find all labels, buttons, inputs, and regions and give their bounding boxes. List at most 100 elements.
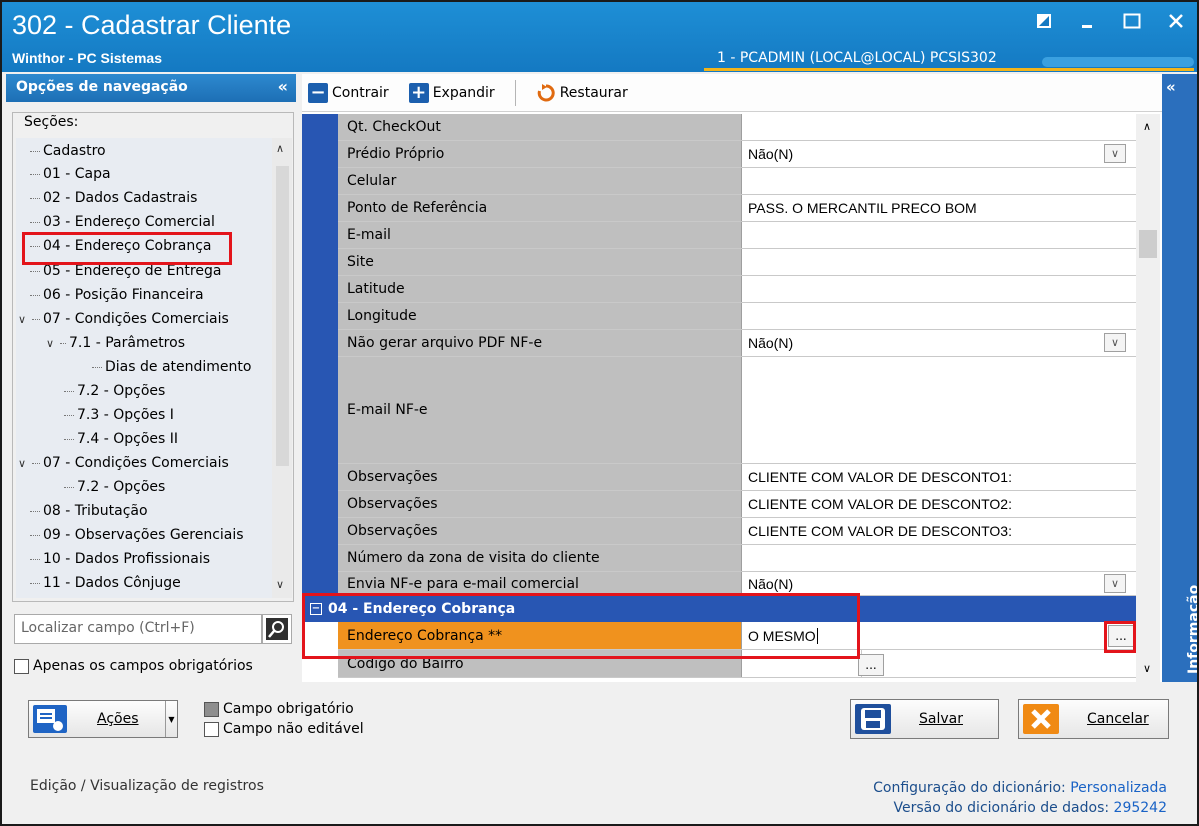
only-required-checkbox[interactable]: Apenas os campos obrigatórios	[14, 658, 253, 674]
maximize-icon[interactable]	[1123, 10, 1141, 32]
field-label: Prédio Próprio	[338, 141, 742, 167]
tree-item[interactable]: 11 - Dados Cônjuge	[30, 572, 181, 594]
field-value[interactable]: CLIENTE COM VALOR DE DESCONTO3:	[742, 518, 1136, 544]
dict-config-value: Personalizada	[1070, 780, 1167, 796]
field-label: Envia NF-e para e-mail comercial	[338, 572, 742, 595]
dict-version-label: Versão do dicionário de dados:	[893, 800, 1110, 816]
restore-button[interactable]: Restaurar	[536, 83, 628, 103]
search-input[interactable]: Localizar campo (Ctrl+F)	[14, 614, 262, 644]
field-dropdown[interactable]: Não(N) ∨	[742, 330, 1136, 356]
toolbar-divider	[514, 79, 516, 106]
sections-label: Seções:	[20, 114, 83, 130]
field-value[interactable]: PASS. O MERCANTIL PRECO BOM	[742, 195, 1136, 221]
navigation-panel: Opções de navegação « Seções: Cadastro 0…	[6, 74, 296, 686]
info-label: Informação	[1186, 584, 1199, 674]
checkbox-box[interactable]	[14, 658, 29, 674]
grid-row: E-mail NF-e	[338, 357, 1136, 464]
grid-scrollbar[interactable]: ∧ ∨	[1136, 114, 1160, 682]
actions-button[interactable]: Ações ▼	[28, 700, 178, 738]
collapse-button[interactable]: − Contrair	[308, 82, 389, 103]
tree-item[interactable]: Cadastro	[30, 140, 106, 162]
expand-button[interactable]: + Expandir	[408, 82, 495, 103]
only-required-label: Apenas os campos obrigatórios	[33, 658, 253, 674]
scroll-thumb[interactable]	[276, 166, 289, 466]
field-label: Longitude	[338, 303, 742, 329]
field-value[interactable]: CLIENTE COM VALOR DE DESCONTO2:	[742, 491, 1136, 517]
cancel-icon	[1023, 704, 1059, 734]
scroll-thumb[interactable]	[1139, 230, 1157, 258]
title-bar: 302 - Cadastrar Cliente Winthor - PC Sis…	[2, 2, 1197, 72]
tree-item[interactable]: 09 - Observações Gerenciais	[30, 524, 244, 546]
highlight-nav-selection	[22, 232, 232, 265]
tree-item[interactable]: 7.2 - Opções	[64, 476, 165, 498]
field-value[interactable]: CLIENTE COM VALOR DE DESCONTO1:	[742, 464, 1136, 490]
fields-toolbar: − Contrair + Expandir Restaurar	[302, 74, 1162, 112]
grid-row: Qt. CheckOut	[338, 114, 1136, 141]
tree-item[interactable]: 7.3 - Opções I	[64, 404, 174, 426]
field-value[interactable]	[742, 114, 1136, 140]
tree-item[interactable]: 10 - Dados Profissionais	[30, 548, 210, 570]
field-value[interactable]	[742, 276, 1136, 302]
field-dropdown[interactable]: Não(N) ∨	[742, 141, 1136, 167]
chevron-down-icon[interactable]: ∨	[1104, 333, 1126, 352]
collapse-nav-icon[interactable]: «	[278, 77, 288, 96]
field-label: Qt. CheckOut	[338, 114, 742, 140]
restore-label: Restaurar	[559, 84, 628, 101]
field-value[interactable]	[742, 303, 1136, 329]
field-dropdown[interactable]: Não(N) ∨	[742, 572, 1136, 595]
dict-version-value: 295242	[1113, 800, 1167, 816]
save-button[interactable]: Salvar	[850, 699, 999, 739]
field-value[interactable]	[742, 545, 1136, 571]
tree-item[interactable]: 01 - Capa	[30, 163, 111, 185]
chevron-down-icon[interactable]: ∨	[18, 453, 32, 475]
field-label: E-mail NF-e	[338, 357, 742, 463]
scroll-down-icon[interactable]: ∨	[276, 578, 284, 591]
window-title: 302 - Cadastrar Cliente	[12, 10, 292, 40]
dictionary-info: Configuração do dicionário: Personalizad…	[873, 778, 1167, 818]
chevron-down-icon[interactable]: ∨	[1104, 574, 1126, 593]
chevron-down-icon[interactable]: ∨	[46, 333, 60, 355]
dropdown-arrow-icon[interactable]: ▼	[165, 701, 177, 737]
expand-label: Expandir	[432, 84, 495, 101]
tree-item[interactable]: ∨ 07 - Condições Comerciais	[18, 308, 229, 330]
dict-config-label: Configuração do dicionário:	[873, 780, 1066, 796]
dropdown-value: Não(N)	[748, 575, 794, 592]
search-button[interactable]	[262, 614, 292, 644]
tree-item[interactable]: 06 - Posição Financeira	[30, 284, 204, 306]
bairro-name-field	[862, 650, 1136, 677]
scroll-up-icon[interactable]: ∧	[276, 142, 284, 155]
collapse-label: Contrair	[332, 84, 389, 101]
grid-row: Prédio Próprio Não(N) ∨	[338, 141, 1136, 168]
field-value[interactable]	[742, 249, 1136, 275]
tree-scrollbar[interactable]: ∧ ∨	[272, 138, 292, 598]
restore-window-icon[interactable]	[1035, 10, 1053, 32]
scroll-up-icon[interactable]: ∧	[1143, 120, 1151, 133]
grid-row: Site	[338, 249, 1136, 276]
tree-item[interactable]: ∨ 7.1 - Parâmetros	[46, 332, 185, 354]
tree-item[interactable]: ∨ 07 - Condições Comerciais	[18, 452, 229, 474]
field-textarea[interactable]	[742, 357, 1136, 463]
tree-item[interactable]: 02 - Dados Cadastrais	[30, 187, 197, 209]
field-value[interactable]	[742, 168, 1136, 194]
minimize-icon[interactable]	[1079, 10, 1097, 32]
property-grid: Qt. CheckOut Prédio Próprio Não(N) ∨ Celu…	[302, 114, 1136, 682]
scroll-down-icon[interactable]: ∨	[1143, 662, 1151, 675]
tree-item[interactable]: Dias de atendimento	[92, 356, 251, 378]
tree-item[interactable]: 08 - Tributação	[30, 500, 148, 522]
chevron-down-icon[interactable]: ∨	[18, 309, 32, 331]
expand-info-icon[interactable]: «	[1166, 78, 1176, 96]
tree-item[interactable]: 7.2 - Opções	[64, 380, 165, 402]
user-info: 1 - PCADMIN (LOCAL@LOCAL) PCSIS302	[717, 50, 997, 66]
app-window: 302 - Cadastrar Cliente Winthor - PC Sis…	[0, 0, 1199, 826]
tree-item[interactable]: 03 - Endereço Comercial	[30, 211, 215, 233]
user-info-underline	[704, 68, 1194, 71]
close-icon[interactable]	[1167, 10, 1185, 32]
tree-item[interactable]: 7.4 - Opções II	[64, 428, 178, 450]
field-label: E-mail	[338, 222, 742, 248]
chevron-down-icon[interactable]: ∨	[1104, 144, 1126, 163]
actions-label: Ações	[97, 711, 139, 727]
info-panel-toggle[interactable]: « Informação	[1162, 74, 1197, 682]
bairro-lookup-button[interactable]: ...	[858, 654, 884, 676]
field-value[interactable]	[742, 222, 1136, 248]
cancel-button[interactable]: Cancelar	[1018, 699, 1169, 739]
